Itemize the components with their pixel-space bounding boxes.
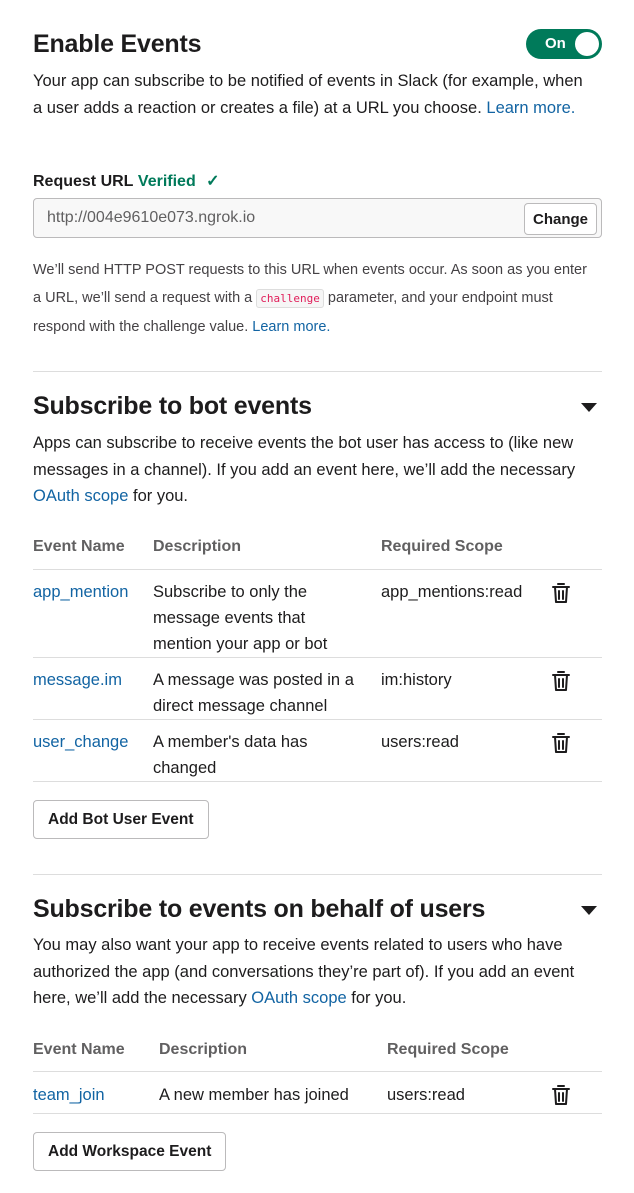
column-header-required-scope: Required Scope bbox=[381, 538, 503, 555]
user-oauth-scope-link[interactable]: OAuth scope bbox=[251, 989, 346, 1007]
user-events-header: Subscribe to events on behalf of users bbox=[33, 895, 602, 924]
event-name-link[interactable]: team_join bbox=[33, 1082, 105, 1108]
request-url-field[interactable]: http://004e9610e073.ngrok.io Change bbox=[33, 198, 602, 238]
user-events-title: Subscribe to events on behalf of users bbox=[33, 895, 486, 923]
table-row-divider bbox=[33, 781, 602, 782]
bot-events-text-end: for you. bbox=[132, 487, 189, 505]
event-description: A message was posted in a direct message… bbox=[153, 671, 354, 715]
request-url-value: http://004e9610e073.ngrok.io bbox=[47, 209, 256, 226]
enable-events-learn-more-link[interactable]: Learn more. bbox=[486, 99, 575, 117]
enable-events-description: Your app can subscribe to be notified of… bbox=[33, 68, 593, 121]
table-row-divider bbox=[33, 569, 602, 570]
caret-down-icon[interactable] bbox=[581, 906, 597, 915]
bot-events-description: Apps can subscribe to receive events the… bbox=[33, 430, 598, 510]
bot-oauth-scope-link[interactable]: OAuth scope bbox=[33, 487, 128, 505]
table-row-divider bbox=[33, 657, 602, 658]
event-name-link[interactable]: message.im bbox=[33, 667, 122, 693]
event-scope: im:history bbox=[381, 671, 452, 689]
column-header-event-name: Event Name bbox=[33, 1041, 125, 1058]
bot-events-header: Subscribe to bot events bbox=[33, 392, 602, 421]
add-bot-user-event-button[interactable]: Add Bot User Event bbox=[33, 800, 209, 839]
user-events-description: You may also want your app to receive ev… bbox=[33, 932, 599, 1012]
request-url-label-row: Request URL Verified ✓ bbox=[33, 171, 602, 191]
add-workspace-event-button[interactable]: Add Workspace Event bbox=[33, 1132, 227, 1171]
request-url-learn-more-link[interactable]: Learn more. bbox=[252, 319, 330, 335]
trash-icon[interactable] bbox=[552, 732, 570, 754]
event-description: Subscribe to only the message events tha… bbox=[153, 583, 328, 653]
event-description: A new member has joined bbox=[159, 1086, 349, 1104]
table-row-divider bbox=[33, 1071, 602, 1072]
challenge-code: challenge bbox=[256, 289, 324, 308]
toggle-knob bbox=[575, 32, 599, 56]
enable-events-header: Enable Events bbox=[33, 30, 602, 59]
trash-icon[interactable] bbox=[552, 582, 570, 604]
enable-events-toggle[interactable]: On bbox=[526, 29, 602, 59]
column-header-description: Description bbox=[159, 1041, 248, 1058]
checkmark-icon: ✓ bbox=[206, 173, 220, 190]
column-header-required-scope: Required Scope bbox=[387, 1041, 509, 1058]
table-row-divider bbox=[33, 719, 602, 720]
event-name-link[interactable]: user_change bbox=[33, 729, 128, 755]
event-scope: users:read bbox=[381, 733, 459, 751]
table-row-divider bbox=[33, 1113, 602, 1114]
bot-events-text: Apps can subscribe to receive events the… bbox=[33, 434, 576, 479]
enable-events-title: Enable Events bbox=[33, 30, 202, 58]
event-scope: app_mentions:read bbox=[381, 583, 523, 601]
event-scope: users:read bbox=[387, 1086, 465, 1104]
request-url-help: We’ll send HTTP POST requests to this UR… bbox=[33, 256, 598, 341]
caret-down-icon[interactable] bbox=[581, 403, 597, 412]
trash-icon[interactable] bbox=[552, 670, 570, 692]
column-header-event-name: Event Name bbox=[33, 538, 125, 555]
toggle-label: On bbox=[545, 35, 566, 52]
user-events-text-end: for you. bbox=[351, 989, 407, 1007]
event-description: A member's data has changed bbox=[153, 733, 308, 777]
column-header-description: Description bbox=[153, 538, 242, 555]
section-divider bbox=[33, 874, 602, 875]
event-name-link[interactable]: app_mention bbox=[33, 579, 128, 605]
bot-events-title: Subscribe to bot events bbox=[33, 392, 312, 420]
verified-status: Verified bbox=[137, 173, 196, 190]
request-url-label: Request URL bbox=[33, 173, 134, 190]
trash-icon[interactable] bbox=[552, 1084, 570, 1106]
section-divider bbox=[33, 371, 602, 372]
change-url-button[interactable]: Change bbox=[524, 203, 597, 235]
